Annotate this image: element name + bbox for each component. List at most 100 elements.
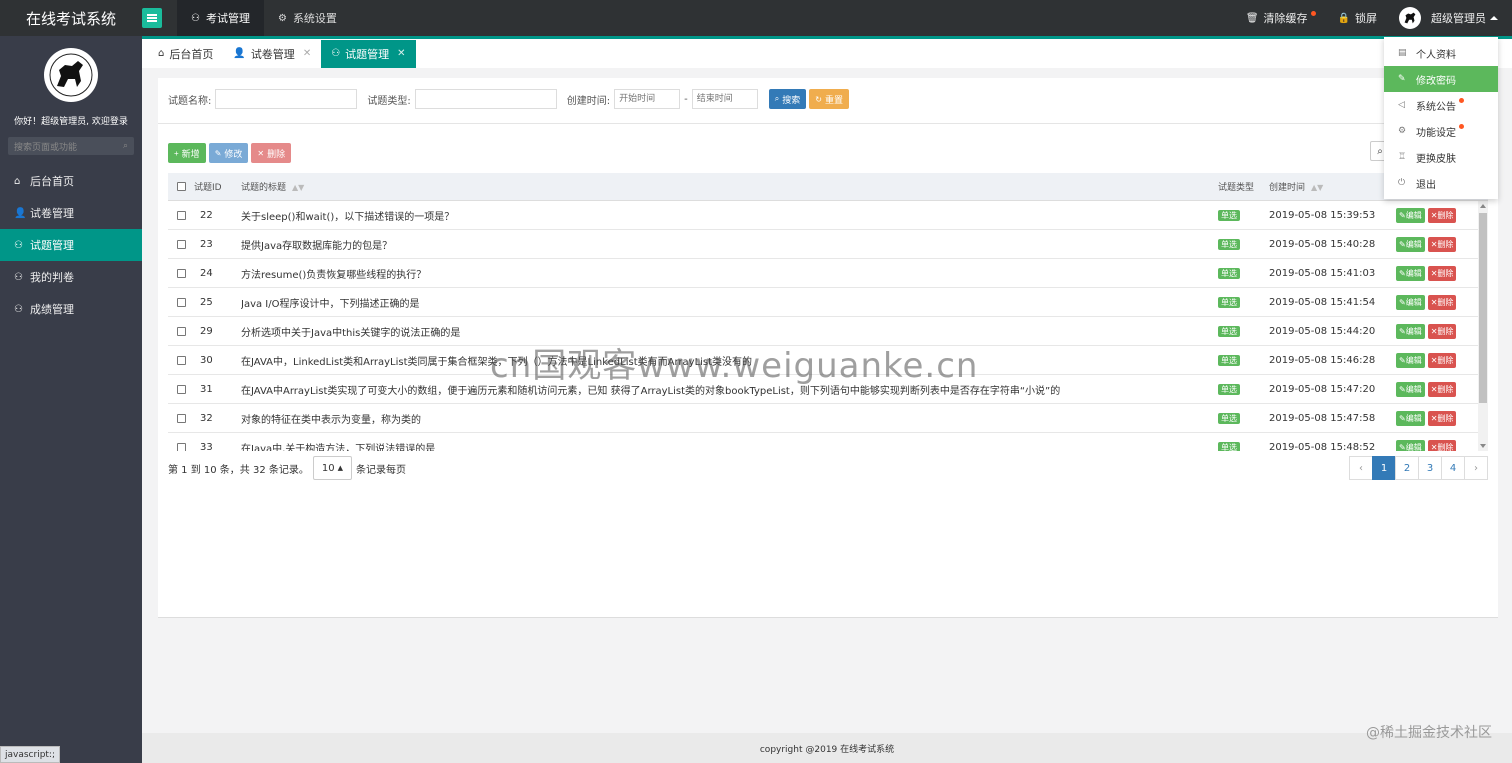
cell-title: 关于sleep()和wait()，以下描述错误的一项是？: [241, 211, 455, 223]
row-delete-button[interactable]: ✕删除: [1427, 207, 1457, 223]
search-button-label: 搜索: [782, 94, 801, 105]
menu-item-logout[interactable]: ⏻ 退出: [1384, 170, 1498, 196]
row-edit-button[interactable]: ✎编辑: [1396, 294, 1425, 310]
menu-item-profile[interactable]: ▤ 个人资料: [1384, 40, 1498, 66]
user-icon: 👤: [233, 48, 246, 59]
page-3[interactable]: 3: [1418, 456, 1442, 480]
row-checkbox[interactable]: [176, 413, 186, 423]
menu-item-change-skin[interactable]: ♖ 更换皮肤: [1384, 144, 1498, 170]
reset-button[interactable]: ↻ 重置: [809, 89, 849, 109]
row-checkbox[interactable]: [176, 355, 186, 365]
row-delete-button[interactable]: ✕删除: [1427, 381, 1457, 397]
row-edit-button[interactable]: ✎编辑: [1396, 236, 1425, 252]
pagination: ‹ 1 2 3 4 ›: [1349, 456, 1488, 480]
row-delete-button[interactable]: ✕删除: [1427, 323, 1457, 339]
row-edit-button[interactable]: ✎编辑: [1396, 207, 1425, 223]
page-prev[interactable]: ‹: [1349, 456, 1373, 480]
horse-logo-icon: [1404, 12, 1416, 24]
row-delete-button[interactable]: ✕删除: [1427, 439, 1457, 451]
row-checkbox[interactable]: [176, 384, 186, 394]
user-menu-button[interactable]: 超级管理员: [1399, 7, 1498, 29]
header-time[interactable]: 创建时间 ▲▼: [1269, 180, 1396, 193]
cell-time: 2019-05-08 15:41:03: [1269, 267, 1376, 279]
search-icon[interactable]: ⌕: [123, 141, 128, 151]
sidebar-item-question-management[interactable]: ⚇ 试题管理: [0, 229, 142, 261]
menu-item-change-password[interactable]: ✎ 修改密码: [1384, 66, 1498, 92]
header-id[interactable]: 试题ID: [194, 180, 241, 193]
row-checkbox[interactable]: [176, 268, 186, 278]
header-title[interactable]: 试题的标题 ▲▼: [241, 180, 1218, 193]
lock-screen-button[interactable]: 🔒 锁屏: [1338, 10, 1377, 26]
question-type-input[interactable]: [414, 89, 557, 109]
header-type[interactable]: 试题类型: [1218, 180, 1269, 193]
question-name-input[interactable]: [215, 89, 358, 109]
close-icon[interactable]: ✕: [303, 48, 311, 59]
pagination-summary: 第 1 到 10 条，共 32 条记录。: [168, 464, 309, 476]
add-button[interactable]: + 新增: [168, 143, 206, 163]
top-bar: 在线考试系统 ⚇ 考试管理 ⚙ 系统设置 🗑 清除缓存 🔒 锁屏 超级管理员: [0, 0, 1512, 36]
row-checkbox[interactable]: [176, 210, 186, 220]
sidebar-item-score-management[interactable]: ⚇ 成绩管理: [0, 293, 142, 325]
sidebar-item-paper-management[interactable]: 👤 试卷管理: [0, 197, 142, 229]
row-delete-button[interactable]: ✕删除: [1427, 352, 1457, 368]
row-delete-button[interactable]: ✕删除: [1427, 410, 1457, 426]
end-time-input[interactable]: [691, 89, 758, 109]
row-checkbox[interactable]: [176, 239, 186, 249]
page-size-select[interactable]: 10 ▲: [312, 456, 353, 480]
sidebar-item-home[interactable]: ⌂ 后台首页: [0, 165, 142, 197]
tab-paper-management[interactable]: 👤 试卷管理 ✕: [223, 40, 321, 68]
delete-button[interactable]: ✕ 删除: [251, 143, 292, 163]
group-icon: ⚇: [14, 271, 23, 283]
type-badge: 单选: [1218, 325, 1240, 337]
tabs-bar: ⌂ 后台首页 👤 试卷管理 ✕ ⚇ 试题管理 ✕: [142, 36, 1512, 68]
clear-cache-button[interactable]: 🗑 清除缓存: [1246, 10, 1316, 26]
row-edit-button[interactable]: ✎编辑: [1396, 352, 1425, 368]
row-edit-button[interactable]: ✎编辑: [1396, 439, 1425, 451]
page-size-value: 10: [321, 462, 335, 474]
cell-id: 22: [200, 209, 213, 221]
row-delete-button[interactable]: ✕删除: [1427, 236, 1457, 252]
row-edit-button[interactable]: ✎编辑: [1396, 323, 1425, 339]
type-badge: 单选: [1218, 383, 1240, 395]
topnav-exam-management[interactable]: ⚇ 考试管理: [177, 0, 264, 36]
row-edit-button[interactable]: ✎编辑: [1396, 410, 1425, 426]
row-edit-button[interactable]: ✎编辑: [1396, 381, 1425, 397]
search-button[interactable]: ⌕ 搜索: [768, 89, 807, 109]
start-time-input[interactable]: [614, 89, 681, 109]
topnav-system-settings[interactable]: ⚙ 系统设置: [264, 0, 351, 36]
page-2[interactable]: 2: [1395, 456, 1419, 480]
page-next[interactable]: ›: [1464, 456, 1488, 480]
select-all-checkbox[interactable]: [168, 182, 194, 191]
sidebar-search-input[interactable]: 搜索页面或功能 ⌕: [8, 137, 134, 155]
cell-time: 2019-05-08 15:44:20: [1269, 325, 1376, 337]
cell-time: 2019-05-08 15:48:52: [1269, 441, 1376, 452]
row-checkbox[interactable]: [176, 326, 186, 336]
scroll-down-icon[interactable]: [1480, 444, 1486, 448]
close-icon[interactable]: ✕: [397, 48, 405, 59]
notification-dot: [1310, 10, 1316, 16]
group-icon: ⚇: [14, 303, 23, 315]
tab-question-management[interactable]: ⚇ 试题管理 ✕: [321, 39, 416, 68]
table-scrollbar[interactable]: [1478, 201, 1488, 451]
add-label: 新增: [181, 148, 200, 159]
sidebar-item-my-grading[interactable]: ⚇ 我的判卷: [0, 261, 142, 293]
row-checkbox[interactable]: [176, 442, 186, 451]
menu-item-announcements[interactable]: ◁ 系统公告: [1384, 92, 1498, 118]
menu-item-feature-settings[interactable]: ⚙ 功能设定: [1384, 118, 1498, 144]
edit-button[interactable]: ✎ 修改: [208, 143, 249, 163]
row-delete-button[interactable]: ✕删除: [1427, 294, 1457, 310]
table-row: 33 在Java中,关于构造方法，下列说法错误的是 单选 2019-05-08 …: [168, 433, 1488, 451]
row-checkbox[interactable]: [176, 297, 186, 307]
page-4[interactable]: 4: [1441, 456, 1465, 480]
scroll-up-icon[interactable]: [1480, 204, 1486, 208]
row-edit-button[interactable]: ✎编辑: [1396, 265, 1425, 281]
scroll-thumb[interactable]: [1479, 213, 1487, 403]
app-title: 在线考试系统: [25, 9, 116, 28]
page-1[interactable]: 1: [1372, 456, 1396, 480]
menu-toggle-button[interactable]: [142, 8, 162, 28]
cell-id: 30: [200, 354, 213, 366]
cell-time: 2019-05-08 15:41:54: [1269, 296, 1376, 308]
tab-home[interactable]: ⌂ 后台首页: [148, 40, 223, 68]
checkbox[interactable]: [176, 182, 186, 191]
row-delete-button[interactable]: ✕删除: [1427, 265, 1457, 281]
